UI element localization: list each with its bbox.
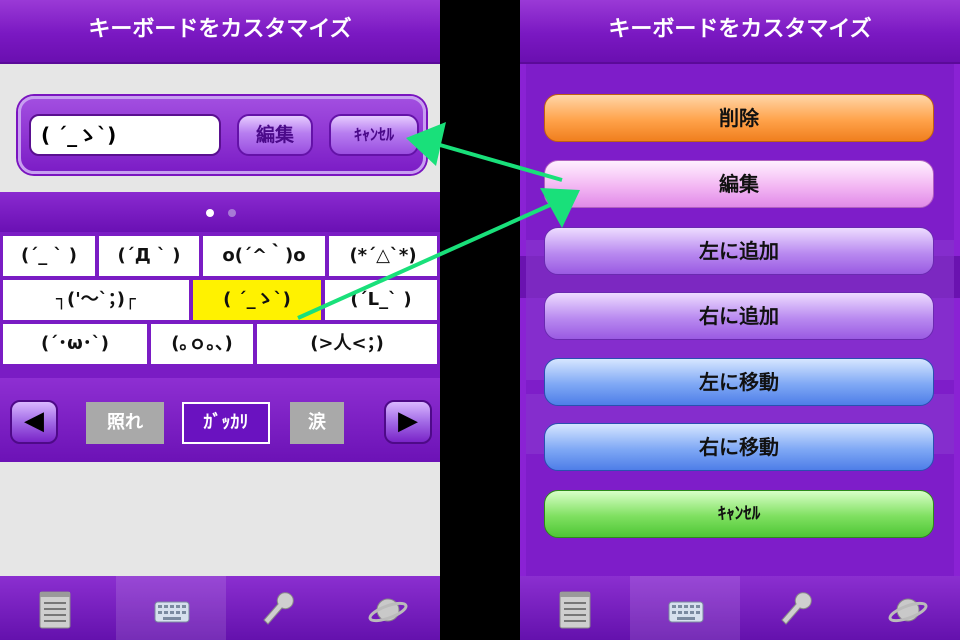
kaomoji-key[interactable]: (´Д ` ) bbox=[98, 235, 200, 277]
move-left-button[interactable]: 左に移動 bbox=[544, 358, 934, 406]
tab-keyboard[interactable] bbox=[630, 576, 740, 640]
stage: キーボードをカスタマイズ ( ´_ゝ`) 編集 ｷｬﾝｾﾙ (´_ ` ) (´… bbox=[0, 0, 960, 640]
page-dot-active bbox=[206, 209, 214, 217]
tab-settings[interactable] bbox=[222, 576, 332, 640]
category-bar: ◀ 照れ ｶﾞｯｶﾘ 涙 ▶ bbox=[0, 378, 440, 462]
notepad-icon bbox=[559, 591, 591, 629]
tab-bar-right bbox=[520, 576, 960, 640]
kaomoji-key[interactable]: o(´^｀)o bbox=[202, 235, 326, 277]
left-arrow-icon: ◀ bbox=[24, 406, 44, 436]
kaomoji-editor: ( ´_ゝ`) 編集 ｷｬﾝｾﾙ bbox=[18, 96, 426, 174]
tab-notes[interactable] bbox=[520, 576, 630, 640]
page-indicator bbox=[0, 192, 440, 232]
tab-web[interactable] bbox=[330, 576, 440, 640]
cancel-menu-button[interactable]: ｷｬﾝｾﾙ bbox=[544, 490, 934, 538]
kaomoji-key[interactable]: (´･ω･`) bbox=[2, 323, 148, 365]
next-category-button[interactable]: ▶ bbox=[384, 400, 432, 444]
keyboard-icon bbox=[154, 601, 190, 623]
tab-notes[interactable] bbox=[0, 576, 110, 640]
edit-menu-button[interactable]: 編集 bbox=[544, 160, 934, 208]
move-right-button[interactable]: 右に移動 bbox=[544, 423, 934, 471]
kaomoji-key[interactable]: (´L_` ) bbox=[324, 279, 438, 321]
category-tab-active[interactable]: ｶﾞｯｶﾘ bbox=[182, 402, 270, 444]
page-title-right: キーボードをカスタマイズ bbox=[520, 0, 960, 64]
edit-button[interactable]: 編集 bbox=[237, 114, 313, 156]
tab-keyboard[interactable] bbox=[116, 576, 226, 640]
tab-web[interactable] bbox=[850, 576, 960, 640]
planet-icon bbox=[368, 598, 408, 623]
delete-button[interactable]: 削除 bbox=[544, 94, 934, 142]
planet-icon bbox=[888, 598, 928, 623]
kaomoji-key-selected[interactable]: ( ´_ゝ`) bbox=[192, 279, 322, 321]
left-screen: キーボードをカスタマイズ ( ´_ゝ`) 編集 ｷｬﾝｾﾙ (´_ ` ) (´… bbox=[0, 0, 440, 640]
wrench-icon bbox=[263, 592, 294, 625]
kaomoji-key[interactable]: (>人<；) bbox=[256, 323, 438, 365]
right-arrow-icon: ▶ bbox=[398, 406, 418, 436]
category-tab[interactable]: 照れ bbox=[86, 402, 164, 444]
keyboard-icon bbox=[668, 601, 704, 623]
page-dot bbox=[228, 209, 236, 217]
add-right-button[interactable]: 右に追加 bbox=[544, 292, 934, 340]
wrench-icon bbox=[781, 592, 812, 625]
key-rows: (´_ ` ) (´Д ` ) o(´^｀)o (*´△`*) ┐('～`；)┌… bbox=[0, 235, 440, 367]
kaomoji-key[interactable]: (*´△`*) bbox=[328, 235, 438, 277]
notepad-icon bbox=[39, 591, 71, 629]
add-left-button[interactable]: 左に追加 bbox=[544, 227, 934, 275]
tab-bar bbox=[0, 576, 440, 640]
kaomoji-key[interactable]: (｡ｏ｡､) bbox=[150, 323, 254, 365]
right-screen: キーボードをカスタマイズ 削除 編集 左に追加 右に追加 左に移動 右に移動 ｷ… bbox=[520, 0, 960, 640]
prev-category-button[interactable]: ◀ bbox=[10, 400, 58, 444]
kaomoji-key[interactable]: ┐('～`；)┌ bbox=[2, 279, 190, 321]
cancel-button[interactable]: ｷｬﾝｾﾙ bbox=[329, 114, 419, 156]
page-title: キーボードをカスタマイズ bbox=[0, 0, 440, 64]
tab-settings[interactable] bbox=[740, 576, 850, 640]
category-tab[interactable]: 涙 bbox=[290, 402, 344, 444]
kaomoji-text-field[interactable]: ( ´_ゝ`) bbox=[29, 114, 221, 156]
kaomoji-key[interactable]: (´_ ` ) bbox=[2, 235, 96, 277]
